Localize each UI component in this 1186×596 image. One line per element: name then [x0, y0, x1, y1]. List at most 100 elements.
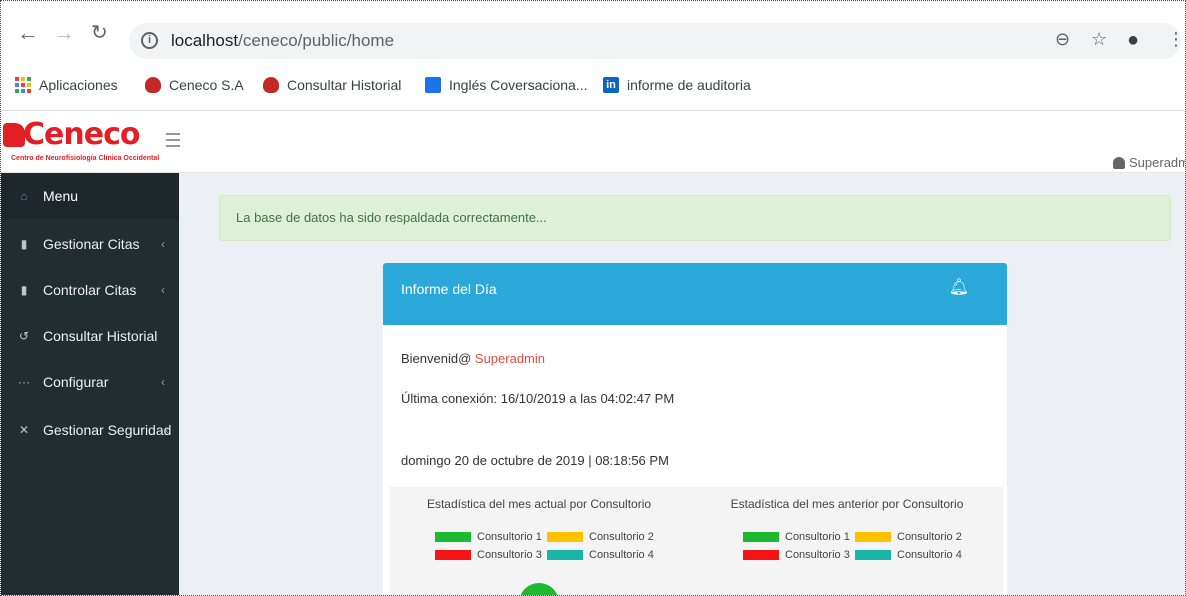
sidebar-item-label: Consultar Historial [43, 328, 158, 344]
address-bar: ← → ↻ i localhost/ceneco/public/home ⊖ ☆… [1, 1, 1185, 63]
legend-label: Consultorio 3 [477, 549, 542, 561]
clipboard-icon: ▮ [20, 283, 28, 297]
chevron-left-icon: ‹ [161, 375, 165, 389]
bookmark-ingles[interactable]: Inglés Coversaciona... [425, 77, 588, 93]
panel-title: Informe del Día [401, 281, 497, 297]
welcome-prefix: Bienvenid@ [401, 351, 475, 366]
bookmark-ceneco[interactable]: Ceneco S.A [145, 77, 244, 93]
pie-chart-current [519, 583, 559, 595]
star-icon[interactable]: ☆ [1091, 29, 1107, 50]
bookmark-historial[interactable]: Consultar Historial [263, 77, 401, 93]
profile-icon[interactable]: ● [1127, 29, 1139, 52]
welcome-text: Bienvenid@ Superadmin [401, 351, 545, 366]
legend-item: Consultorio 2 [855, 531, 962, 543]
stats-title: Estadística del mes anterior por Consult… [730, 497, 964, 511]
url-path: /ceneco/public/home [238, 31, 395, 50]
app-header: Ceneco Centro de Neurofisiología Clínica… [1, 111, 1186, 173]
reload-icon[interactable]: ↻ [91, 23, 108, 43]
legend-swatch [435, 532, 471, 542]
sidebar-item-label: Configurar [43, 374, 109, 390]
legend-label: Consultorio 1 [477, 531, 542, 543]
chevron-left-icon: ‹ [161, 283, 165, 297]
home-icon: ⌂ [20, 189, 28, 203]
legend-item: Consultorio 1 [435, 531, 542, 543]
main-content: La base de datos ha sido respaldada corr… [179, 173, 1185, 595]
forward-arrow-icon[interactable]: → [53, 22, 75, 44]
user-menu[interactable]: Superadm [1113, 155, 1186, 170]
back-arrow-icon[interactable]: ← [17, 22, 39, 44]
brand-subtitle: Centro de Neurofisiología Clínica Occide… [11, 155, 160, 162]
sidebar-item-gestionar-seguridad[interactable]: ✕ Gestionar Seguridad ‹ [1, 407, 179, 453]
more-menu-icon[interactable]: ⋮ [1167, 29, 1185, 50]
url-bar[interactable]: i localhost/ceneco/public/home ⊖ ☆ ● ⋮ [129, 23, 1185, 59]
legend-swatch [547, 550, 583, 560]
info-icon[interactable]: i [141, 32, 158, 49]
users-icon [1113, 156, 1125, 169]
legend-label: Consultorio 2 [589, 531, 654, 543]
panel-header: Informe del Día 🔔︎ [383, 263, 1007, 325]
bookmark-label: Consultar Historial [287, 77, 402, 93]
apps-grid-icon [15, 77, 31, 93]
legend-item: Consultorio 1 [743, 531, 850, 543]
zoom-icon[interactable]: ⊖ [1055, 29, 1070, 50]
sidebar-item-gestionar-citas[interactable]: ▮ Gestionar Citas ‹ [1, 221, 179, 267]
bookmark-auditoria[interactable]: in informe de auditoria [603, 77, 751, 93]
legend-swatch [435, 550, 471, 560]
sidebar-item-label: Menu [43, 188, 79, 204]
legend-label: Consultorio 4 [897, 549, 962, 561]
contact-card-icon [425, 77, 441, 93]
bookmark-label: Inglés Coversaciona... [449, 77, 588, 93]
sidebar-item-menu[interactable]: ⌂ Menu [1, 173, 179, 219]
current-datetime: domingo 20 de octubre de 2019 | 08:18:56… [401, 453, 669, 468]
ceneco-logo-icon [263, 77, 279, 93]
brand-mark-icon [3, 123, 25, 147]
alert-message: La base de datos ha sido respaldada corr… [236, 210, 547, 225]
legend-swatch [743, 550, 779, 560]
sidebar-item-label: Gestionar Seguridad [43, 422, 172, 438]
legend-swatch [547, 532, 583, 542]
brand-logo[interactable]: Ceneco Centro de Neurofisiología Clínica… [3, 117, 163, 169]
legend-swatch [855, 532, 891, 542]
bookmark-label: informe de auditoria [627, 77, 751, 93]
stats-current-month: Estadística del mes actual por Consultor… [389, 487, 689, 595]
legend-label: Consultorio 1 [785, 531, 850, 543]
url-host: localhost [171, 31, 239, 50]
last-connection: Última conexión: 16/10/2019 a las 04:02:… [401, 391, 675, 406]
stats-section: Estadística del mes actual por Consultor… [389, 487, 1003, 595]
sidebar-item-consultar-historial[interactable]: ↺ Consultar Historial [1, 313, 179, 359]
chevron-left-icon: ‹ [161, 237, 165, 251]
ceneco-logo-icon [145, 77, 161, 93]
brand-name: Ceneco [23, 117, 140, 152]
legend-item: Consultorio 3 [743, 549, 850, 561]
ellipsis-icon: ··· [18, 375, 30, 389]
stats-previous-month: Estadística del mes anterior por Consult… [697, 487, 997, 595]
legend-label: Consultorio 4 [589, 549, 654, 561]
url-text[interactable]: localhost/ceneco/public/home [171, 31, 394, 51]
tools-icon: ✕ [18, 423, 30, 437]
chevron-left-icon: ‹ [165, 423, 169, 437]
stats-title: Estadística del mes actual por Consultor… [426, 497, 652, 511]
legend-label: Consultorio 3 [785, 549, 850, 561]
hamburger-menu-icon[interactable] [166, 133, 180, 151]
linkedin-icon: in [603, 77, 619, 93]
sidebar-item-label: Controlar Citas [43, 282, 137, 298]
daily-report-panel: Informe del Día 🔔︎ Bienvenid@ Superadmin… [383, 263, 1007, 595]
legend-swatch [855, 550, 891, 560]
bookmark-label: Aplicaciones [39, 77, 118, 93]
legend-item: Consultorio 3 [435, 549, 542, 561]
user-name: Superadm [1129, 155, 1186, 170]
welcome-user: Superadmin [474, 351, 546, 366]
sidebar-item-controlar-citas[interactable]: ▮ Controlar Citas ‹ [1, 267, 179, 313]
history-icon: ↺ [18, 329, 30, 343]
clipboard-icon: ▮ [20, 237, 28, 251]
bookmark-apps[interactable]: Aplicaciones [15, 77, 118, 93]
sidebar-item-configurar[interactable]: ··· Configurar ‹ [1, 359, 179, 405]
bell-icon[interactable]: 🔔︎ [949, 277, 969, 297]
sidebar: ⌂ Menu ▮ Gestionar Citas ‹ ▮ Controlar C… [1, 173, 179, 595]
bookmarks-bar: Aplicaciones Ceneco S.A Consultar Histor… [1, 63, 1185, 111]
legend-item: Consultorio 4 [547, 549, 654, 561]
legend-item: Consultorio 4 [855, 549, 962, 561]
success-alert: La base de datos ha sido respaldada corr… [219, 195, 1171, 241]
legend-swatch [743, 532, 779, 542]
legend-item: Consultorio 2 [547, 531, 654, 543]
